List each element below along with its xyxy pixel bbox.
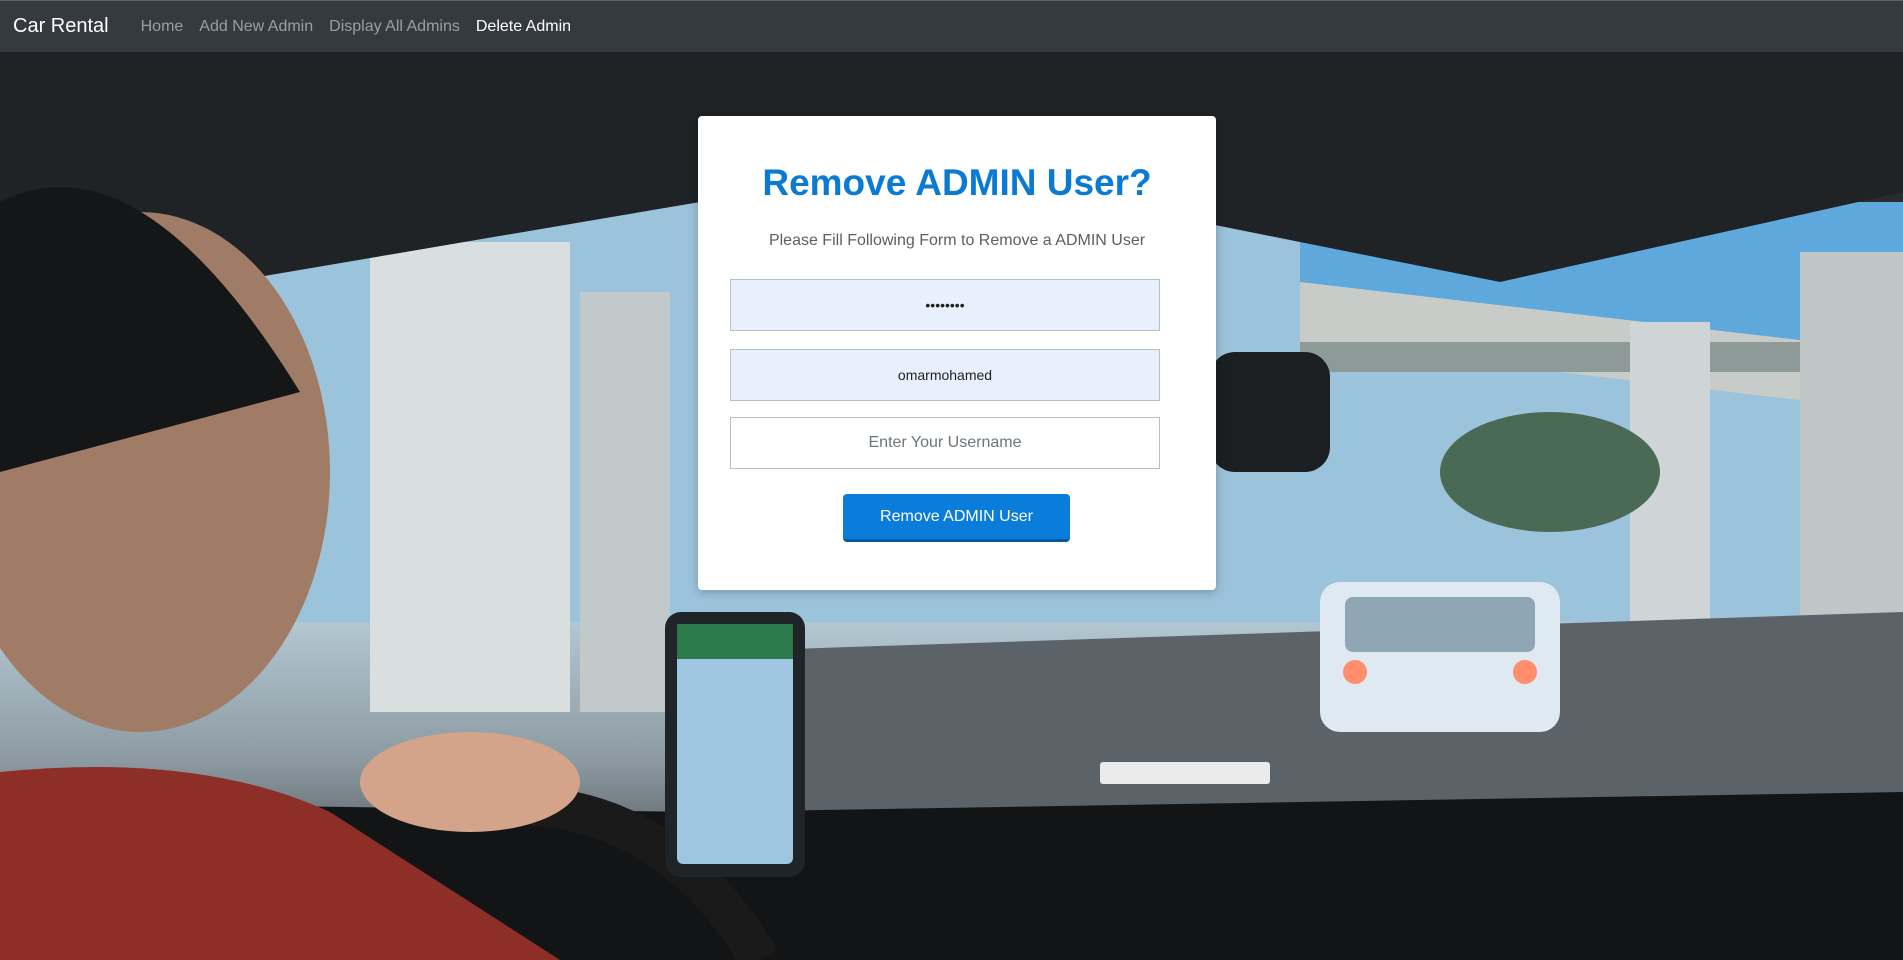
form-title: Remove ADMIN User? <box>762 162 1152 203</box>
nav-link-home[interactable]: Home <box>133 18 192 35</box>
username-input[interactable] <box>730 417 1160 469</box>
password-field[interactable] <box>730 279 1160 331</box>
navbar: Car Rental Home Add New Admin Display Al… <box>0 0 1903 52</box>
nav-item-display-admins: Display All Admins <box>321 18 468 36</box>
nav-list: Home Add New Admin Display All Admins De… <box>133 18 579 36</box>
brand-link[interactable]: Car Rental <box>13 15 109 38</box>
remove-admin-card: Remove ADMIN User? Please Fill Following… <box>698 116 1216 590</box>
nav-link-delete-admin[interactable]: Delete Admin <box>468 18 579 35</box>
nav-item-add-admin: Add New Admin <box>191 18 321 36</box>
remove-admin-button[interactable]: Remove ADMIN User <box>843 494 1070 542</box>
nav-item-home: Home <box>133 18 192 36</box>
admin-username-field[interactable] <box>730 349 1160 401</box>
nav-item-delete-admin: Delete Admin <box>468 18 579 36</box>
nav-link-add-new-admin[interactable]: Add New Admin <box>191 18 321 35</box>
form-subtitle: Please Fill Following Form to Remove a A… <box>768 232 1146 249</box>
nav-link-display-all-admins[interactable]: Display All Admins <box>321 18 468 35</box>
